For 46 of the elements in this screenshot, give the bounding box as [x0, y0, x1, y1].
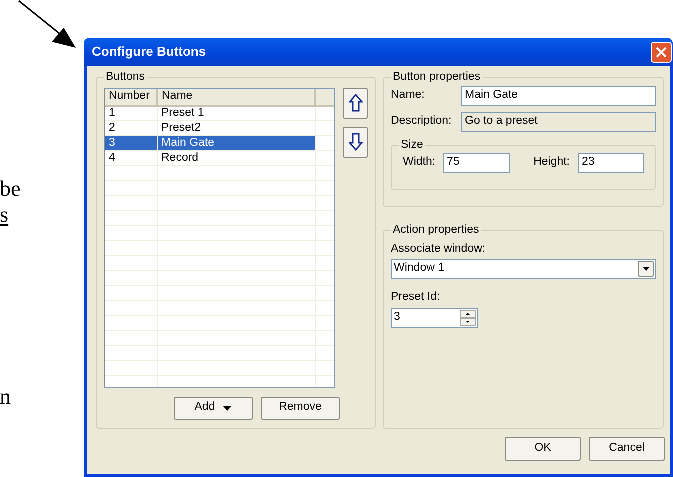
close-icon: [656, 46, 667, 58]
caret-icon: [223, 406, 232, 410]
window-title: Configure Buttons: [92, 44, 206, 60]
button-list[interactable]: Number Name 1 Preset 1 2 Preset2 3 Main Gate 4 Record: [104, 88, 335, 388]
table-cell: 4: [105, 150, 157, 166]
document-text: s: [0, 204, 9, 226]
column-header[interactable]: Number: [105, 88, 157, 106]
up-arrow-icon: [348, 94, 362, 112]
field-label: Description:: [391, 114, 453, 128]
group-title: Button properties: [392, 72, 482, 84]
preset-spinner[interactable]: 3: [391, 308, 478, 328]
name-field[interactable]: Main Gate: [461, 86, 656, 106]
document-text: n: [0, 386, 11, 408]
table-cell: Preset 1: [157, 106, 315, 120]
caret-icon: [642, 267, 650, 272]
group-title: Buttons: [105, 72, 146, 84]
move-up-button[interactable]: [343, 88, 368, 118]
list-row[interactable]: 1 Preset 1: [105, 106, 334, 120]
document-text: be: [0, 178, 21, 200]
cancel-button[interactable]: Cancel: [589, 437, 665, 461]
remove-button[interactable]: Remove: [261, 396, 340, 420]
close-button[interactable]: [651, 42, 672, 62]
group-title: Size: [400, 140, 424, 151]
arrow-icon: [18, 0, 78, 50]
table-cell: 3: [105, 136, 157, 150]
field-label: Width:: [403, 156, 437, 170]
width-field[interactable]: 75: [443, 153, 510, 173]
field-label: Height:: [534, 156, 570, 170]
column-header[interactable]: Name: [157, 88, 315, 106]
field-label: Associate window:: [391, 242, 487, 256]
down-arrow-icon: [348, 133, 362, 151]
height-field[interactable]: 23: [578, 153, 644, 173]
field-label: Preset Id:: [391, 291, 442, 306]
window-dropdown[interactable]: Window 1: [391, 259, 656, 280]
add-dropdown-button[interactable]: Add: [174, 396, 253, 420]
table-cell: 1: [105, 106, 157, 120]
description-field: Go to a preset: [461, 112, 656, 132]
group-title: Action properties: [392, 225, 480, 236]
ok-button[interactable]: OK: [505, 437, 581, 461]
list-row[interactable]: 4 Record: [105, 150, 334, 166]
list-row[interactable]: 3 Main Gate: [105, 136, 334, 150]
field-label: Name:: [391, 88, 426, 102]
spin-arrows-icon[interactable]: [460, 310, 476, 326]
table-cell: Record: [157, 150, 315, 166]
move-down-button[interactable]: [343, 126, 368, 158]
table-cell: Main Gate: [157, 136, 315, 150]
